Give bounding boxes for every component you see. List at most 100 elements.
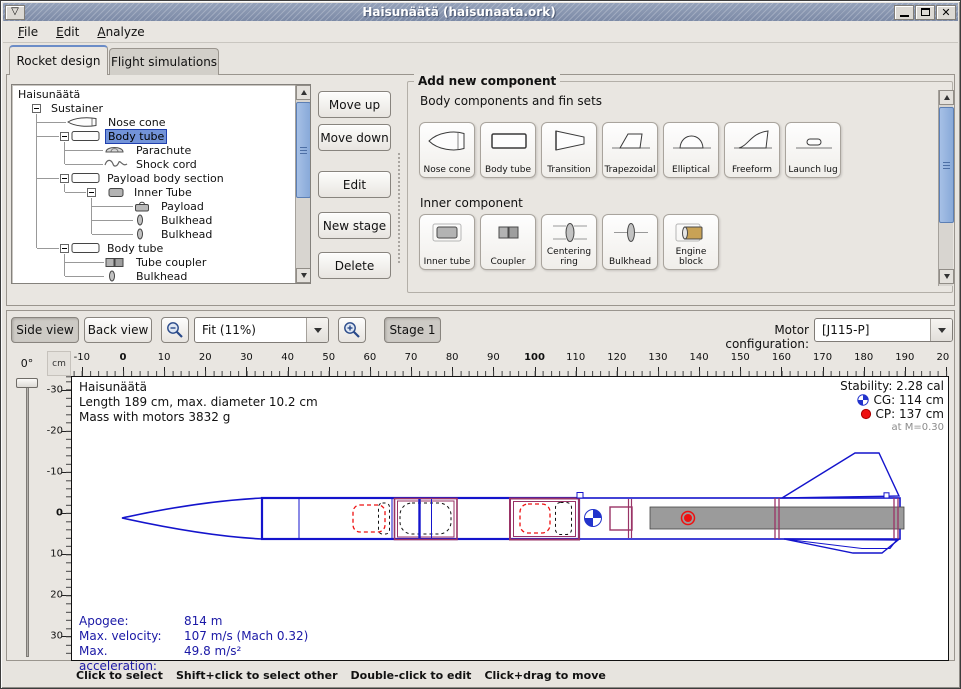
add-trapezoidal-fin-button[interactable]: Trapezoidal — [602, 122, 658, 178]
v-ruler-tick-label: -30 — [47, 384, 63, 395]
tree-expander-icon[interactable] — [60, 174, 69, 183]
component-button-label: Nose cone — [423, 166, 470, 176]
h-ruler-tick-mark — [781, 367, 782, 376]
add-freeform-fin-button[interactable]: Freeform — [724, 122, 780, 178]
add-inner-tube-button[interactable]: Inner tube — [419, 214, 475, 270]
horizontal-ruler: -100102030405060708090100110120130140150… — [71, 351, 949, 376]
application-window: ▽ Haisunäätä (haisunaata.ork) ✕ File Edi… — [0, 0, 961, 689]
maximize-button[interactable] — [915, 5, 935, 20]
h-ruler-tick-mark — [823, 367, 824, 376]
add-coupler-button[interactable]: Coupler — [480, 214, 536, 270]
tree-expander-icon[interactable] — [87, 188, 96, 197]
add-transition-button[interactable]: Transition — [541, 122, 597, 178]
menu-file[interactable]: File — [9, 23, 47, 41]
tree-expander-icon[interactable] — [32, 104, 41, 113]
add-elliptical-fin-button[interactable]: Elliptical — [663, 122, 719, 178]
component-button-label: Body tube — [485, 166, 531, 176]
panel-splitter[interactable] — [398, 153, 400, 263]
back-view-button[interactable]: Back view — [84, 317, 152, 343]
add-launch-lug-button[interactable]: Launch lug — [785, 122, 841, 178]
component-button-label: Trapezoidal — [604, 166, 655, 176]
rotation-slider-track[interactable] — [26, 381, 29, 657]
v-ruler-tick-mark — [62, 390, 71, 391]
h-ruler-tick-label: 180 — [854, 352, 873, 363]
v-ruler-tick-label: -20 — [47, 425, 63, 436]
stability-condition: at M=0.30 — [840, 421, 944, 435]
zoom-out-button[interactable] — [161, 317, 189, 343]
launch-lug-icon — [792, 127, 836, 155]
status-bar: Click to select Shift+click to select ot… — [6, 663, 955, 687]
window-menu-button[interactable]: ▽ — [5, 5, 25, 20]
tab-flight-simulations[interactable]: Flight simulations — [109, 48, 219, 75]
title-bar[interactable]: ▽ Haisunäätä (haisunaata.ork) ✕ — [3, 3, 958, 21]
hint-shift-click: Shift+click to select other — [176, 669, 338, 682]
add-engine-block-button[interactable]: Engine block — [663, 214, 719, 270]
apogee-value: 814 m — [184, 614, 308, 629]
component-panel-scrollbar[interactable] — [938, 90, 953, 286]
zoom-level-select[interactable]: Fit (11%) — [194, 317, 329, 343]
scroll-down-button[interactable] — [939, 269, 954, 284]
h-ruler-tick-label: 60 — [364, 352, 377, 363]
ruler-unit-label: cm — [47, 351, 71, 376]
motor-config-arrow[interactable] — [930, 319, 952, 341]
add-centering-ring-button[interactable]: Centering ring — [541, 214, 597, 270]
nose-cone-shape[interactable] — [122, 498, 262, 539]
scroll-up-button[interactable] — [296, 85, 311, 100]
edit-button[interactable]: Edit — [318, 171, 391, 198]
h-ruler-tick-mark — [740, 367, 741, 376]
h-ruler-tick-label: 40 — [281, 352, 294, 363]
scroll-down-button[interactable] — [296, 268, 311, 283]
h-ruler-tick-mark — [576, 367, 577, 376]
rotation-slider-handle[interactable] — [16, 378, 38, 388]
minimize-icon — [900, 15, 909, 17]
h-ruler-tick-mark — [699, 367, 700, 376]
scroll-up-button[interactable] — [939, 90, 954, 105]
menu-edit[interactable]: Edit — [47, 23, 88, 41]
launch-lug-shape[interactable] — [577, 493, 583, 499]
motor-configuration-select[interactable]: [J115-P] — [814, 318, 953, 342]
zoom-in-button[interactable] — [338, 317, 366, 343]
tree-scrollbar[interactable] — [295, 85, 310, 284]
zoom-out-icon — [165, 320, 185, 340]
minimize-button[interactable] — [894, 5, 914, 20]
trapezoidal-fin-icon — [609, 127, 653, 155]
component-tree[interactable]: Haisunäätä Sustainer Nose cone Body tube… — [11, 84, 311, 284]
v-ruler-tick-mark — [62, 431, 71, 432]
h-ruler-tick-label: 130 — [648, 352, 667, 363]
window-menu-icon: ▽ — [11, 7, 19, 17]
move-down-button[interactable]: Move down — [318, 124, 391, 151]
hint-click-drag: Click+drag to move — [484, 669, 605, 682]
menu-analyze[interactable]: Analyze — [88, 23, 153, 41]
stage-1-toggle[interactable]: Stage 1 — [384, 317, 441, 343]
h-ruler-tick-mark — [617, 367, 618, 376]
side-view-button[interactable]: Side view — [11, 317, 79, 343]
zoom-select-arrow[interactable] — [306, 318, 328, 342]
delete-button[interactable]: Delete — [318, 252, 391, 279]
tree-expander-icon[interactable] — [60, 132, 69, 141]
chevron-down-icon — [314, 328, 322, 333]
add-component-group: Add new component Body components and fi… — [407, 81, 953, 293]
add-bulkhead-button[interactable]: Bulkhead — [602, 214, 658, 270]
inner-group-label: Inner component — [420, 196, 523, 210]
new-stage-button[interactable]: New stage — [318, 212, 391, 239]
move-up-button[interactable]: Move up — [318, 91, 391, 118]
component-scrollbar-thumb[interactable] — [939, 107, 954, 223]
apogee-label: Apogee: — [79, 614, 184, 629]
h-ruler-tick-mark — [123, 367, 124, 376]
scroll-down-icon — [944, 274, 950, 279]
launch-lug-rear-shape[interactable] — [884, 493, 889, 498]
maximize-icon — [921, 8, 930, 16]
v-ruler-tick-mark — [62, 595, 71, 596]
tab-rocket-design[interactable]: Rocket design — [9, 45, 108, 75]
component-button-label: Freeform — [732, 166, 772, 176]
add-nose-cone-button[interactable]: Nose cone — [419, 122, 475, 178]
close-button[interactable]: ✕ — [936, 5, 956, 20]
tree-scrollbar-thumb[interactable] — [296, 102, 311, 198]
fin-top-shape[interactable] — [782, 453, 899, 498]
h-ruler-tick-label: 200 — [936, 352, 949, 363]
body-group-label: Body components and fin sets — [420, 94, 602, 108]
add-body-tube-button[interactable]: Body tube — [480, 122, 536, 178]
tree-expander-icon[interactable] — [60, 244, 69, 253]
menu-file-rest: ile — [24, 25, 38, 39]
hint-click-select: Click to select — [76, 669, 163, 682]
